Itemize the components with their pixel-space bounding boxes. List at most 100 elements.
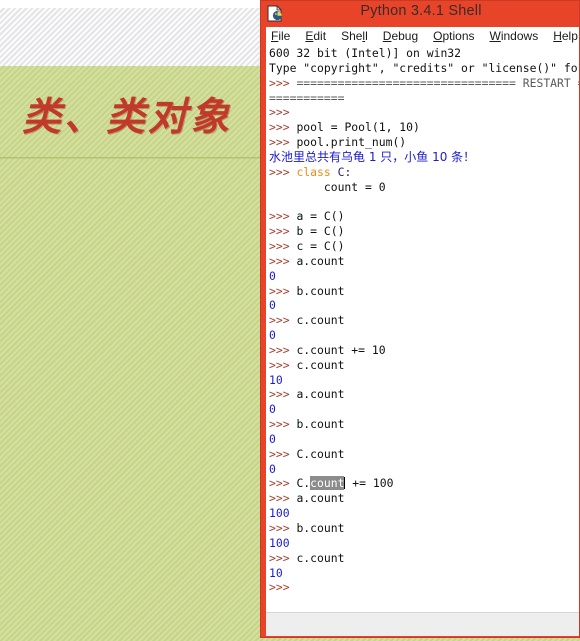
- menu-mnemonic: F: [271, 29, 279, 43]
- shell-line[interactable]: >>> a = C(): [269, 209, 579, 224]
- slide-title-divider: [0, 157, 265, 159]
- shell-prompt: >>>: [269, 224, 297, 239]
- shell-prompt: >>>: [269, 238, 297, 253]
- shell-line[interactable]: 0: [269, 328, 579, 343]
- shell-prompt: >>>: [269, 105, 297, 120]
- shell-line[interactable]: ===========: [269, 91, 579, 106]
- shell-prompt: >>>: [269, 446, 297, 461]
- shell-output-value: 0: [269, 298, 276, 313]
- shell-input-text: b = C(): [296, 224, 345, 239]
- shell-prompt: >>>: [269, 135, 297, 150]
- shell-prompt: >>>: [269, 120, 297, 135]
- shell-prompt: >>>: [269, 580, 297, 595]
- menu-item-edit[interactable]: Edit: [305, 29, 326, 43]
- shell-line[interactable]: >>> C.count += 100: [269, 476, 579, 491]
- menubar[interactable]: File Edit Shell Debug Options Windows Help: [266, 27, 579, 45]
- shell-line[interactable]: 10: [269, 373, 579, 388]
- shell-line[interactable]: >>> class C:: [269, 164, 579, 180]
- shell-line[interactable]: 100: [269, 506, 579, 521]
- menu-mnemonic: H: [553, 29, 562, 43]
- shell-line[interactable]: >>> b.count: [269, 521, 579, 536]
- slide-title: 类、类对象: [22, 94, 233, 140]
- shell-prompt: >>>: [269, 209, 297, 224]
- shell-prompt: >>>: [269, 75, 297, 90]
- menu-item-debug[interactable]: Debug: [383, 29, 418, 43]
- shell-input-text: a.count: [296, 491, 345, 506]
- shell-plain-text: count = 0: [269, 179, 386, 194]
- menu-mnemonic: O: [433, 29, 443, 43]
- menu-item-windows[interactable]: Windows: [490, 29, 539, 43]
- shell-line[interactable]: >>> a.count: [269, 253, 579, 269]
- shell-line[interactable]: >>> b.count: [269, 417, 579, 432]
- shell-output-value: 0: [269, 268, 276, 283]
- shell-input-text: a.count: [296, 253, 345, 268]
- menu-mnemonic: E: [305, 29, 314, 43]
- shell-line[interactable]: 0: [269, 268, 579, 284]
- shell-line[interactable]: >>> b = C(): [269, 224, 579, 239]
- shell-line[interactable]: >>> a.count: [269, 387, 579, 402]
- shell-line[interactable]: 100: [269, 535, 579, 551]
- shell-output-value: 100: [269, 506, 290, 521]
- shell-line[interactable]: 0: [269, 461, 579, 477]
- menu-item-file[interactable]: File: [271, 29, 290, 43]
- shell-line[interactable]: >>> c = C(): [269, 238, 579, 254]
- shell-prompt: >>>: [269, 357, 297, 372]
- shell-prompt: >>>: [269, 417, 297, 432]
- shell-line[interactable]: count = 0: [269, 179, 579, 195]
- shell-line[interactable]: >>> c.count: [269, 551, 579, 566]
- shell-plain-text: 600 32 bit (Intel)] on win32: [269, 46, 462, 60]
- shell-input-text: b.count: [296, 283, 345, 298]
- shell-output-value: 10: [269, 565, 283, 580]
- shell-input-text: pool.print_num(): [296, 135, 407, 150]
- shell-line[interactable]: >>> C.count: [269, 446, 579, 462]
- shell-input-text: c.count += 10: [296, 342, 386, 357]
- shell-output-value: 0: [269, 461, 276, 476]
- shell-output-value: 100: [269, 535, 290, 550]
- shell-output-area[interactable]: 600 32 bit (Intel)] on win32 Type "copyri…: [266, 45, 579, 612]
- shell-output-chinese: 水池里总共有乌龟 1 只，小鱼 10 条！: [269, 149, 476, 164]
- shell-line[interactable]: >>> a.count: [269, 491, 579, 506]
- shell-line[interactable]: >>> b.count: [269, 283, 579, 299]
- shell-line[interactable]: >>> pool = Pool(1, 10): [269, 120, 579, 135]
- shell-plain-text: Type "copyright", "credits" or "license(…: [269, 60, 579, 75]
- shell-line[interactable]: Type "copyright", "credits" or "license(…: [269, 60, 579, 76]
- shell-prompt: >>>: [269, 164, 297, 179]
- menu-item-options[interactable]: Options: [433, 29, 474, 43]
- shell-line[interactable]: 0: [269, 298, 579, 313]
- shell-line[interactable]: >>>: [269, 580, 579, 595]
- shell-prompt: >>>: [269, 387, 297, 402]
- menu-item-help[interactable]: Help: [553, 29, 578, 43]
- shell-output-value: 0: [269, 402, 276, 417]
- shell-line[interactable]: >>>: [269, 105, 579, 120]
- shell-line[interactable]: >>> c.count += 10: [269, 342, 579, 358]
- shell-input-text: b.count: [296, 417, 345, 432]
- shell-line[interactable]: 600 32 bit (Intel)] on win32: [269, 46, 579, 61]
- shell-line[interactable]: 10: [269, 565, 579, 581]
- menu-mnemonic: l: [362, 29, 366, 43]
- shell-prompt: >>>: [269, 521, 297, 535]
- window-titlebar[interactable]: Python 3.4.1 Shell: [261, 1, 579, 26]
- shell-input-text: += 100: [345, 476, 394, 491]
- shell-prompt: >>>: [269, 253, 297, 268]
- menu-mnemonic: W: [489, 29, 501, 43]
- shell-line[interactable]: >>> pool.print_num(): [269, 135, 579, 150]
- menu-item-shell[interactable]: Shell: [341, 29, 368, 43]
- shell-line[interactable]: 0: [269, 432, 579, 447]
- shell-line[interactable]: >>> c.count: [269, 313, 579, 328]
- shell-line[interactable]: >>> c.count: [269, 357, 579, 373]
- shell-input-text: a = C(): [296, 209, 345, 224]
- shell-line[interactable]: 水池里总共有乌龟 1 只，小鱼 10 条！: [269, 149, 579, 165]
- text-selection-highlight[interactable]: count: [310, 476, 345, 491]
- shell-line[interactable]: [269, 194, 579, 209]
- menu-mnemonic: D: [382, 29, 392, 43]
- shell-input-text: a.count: [296, 387, 345, 402]
- shell-prompt: >>>: [269, 283, 297, 298]
- python-idle-window[interactable]: Python 3.4.1 Shell File Edit Shell Debug Opt…: [260, 0, 580, 638]
- shell-line[interactable]: >>> ================================ RES…: [269, 75, 579, 91]
- shell-prompt: >>>: [269, 491, 297, 506]
- shell-line[interactable]: 0: [269, 402, 579, 417]
- shell-output-value: 0: [269, 328, 276, 343]
- shell-text[interactable]: 600 32 bit (Intel)] on win32 Type "copyri…: [269, 46, 579, 595]
- shell-input-text: c.count: [296, 313, 345, 328]
- python-class-name: C:: [330, 164, 352, 179]
